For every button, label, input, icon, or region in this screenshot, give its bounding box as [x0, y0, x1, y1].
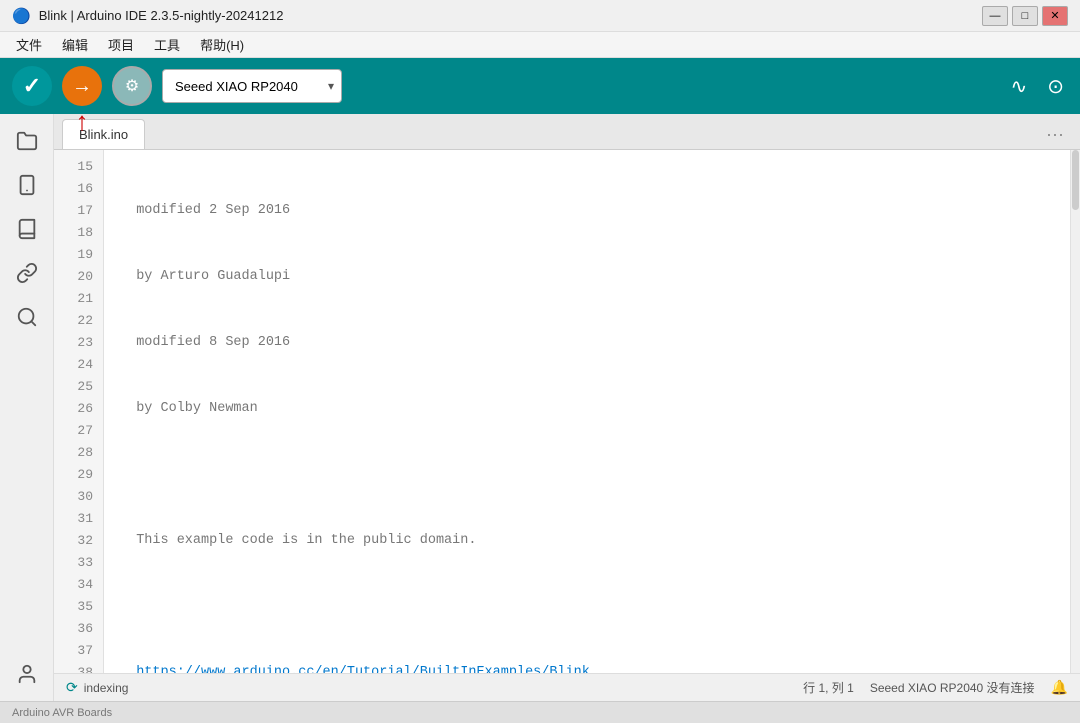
scrollbar-thumb[interactable]	[1072, 150, 1079, 210]
menu-project[interactable]: 项目	[100, 33, 142, 56]
minimize-button[interactable]: —	[982, 6, 1008, 26]
board-status: Seeed XIAO RP2040 没有连接	[870, 679, 1035, 696]
status-left: ⟳ indexing	[66, 679, 128, 696]
indexing-spinner-icon: ⟳	[66, 679, 78, 696]
board-selector[interactable]: Seeed XIAO RP2040	[162, 69, 342, 103]
code-line-17: modified 8 Sep 2016	[120, 332, 1070, 354]
board-selector-wrap: Seeed XIAO RP2040 ▾	[162, 69, 342, 103]
maximize-button[interactable]: □	[1012, 6, 1038, 26]
sidebar-item-library[interactable]	[8, 210, 46, 248]
menu-tools[interactable]: 工具	[146, 33, 188, 56]
code-line-22: https://www.arduino.cc/en/Tutorial/Built…	[120, 662, 1070, 673]
sidebar-item-search[interactable]	[8, 298, 46, 336]
code-line-21	[120, 596, 1070, 618]
cursor-position: 行 1, 列 1	[803, 679, 854, 696]
serial-plotter-button[interactable]: ∿	[1006, 70, 1031, 103]
app-icon: 🔵	[12, 7, 31, 25]
menu-bar: 文件 编辑 项目 工具 帮助(H)	[0, 32, 1080, 58]
code-editor[interactable]: 15 16 17 18 19 20 21 22 23 24 25 26 27 2…	[54, 150, 1080, 673]
toolbar: ✓ → ↑ ⚙ Seeed XIAO RP2040 ▾ ∿ ⊙	[0, 58, 1080, 114]
code-line-19	[120, 464, 1070, 486]
tab-label: Blink.ino	[79, 127, 128, 142]
sidebar	[0, 114, 54, 701]
tab-bar: Blink.ino ···	[54, 114, 1080, 150]
debugger-icon: ⚙	[125, 76, 139, 96]
serial-monitor-icon: ⊙	[1047, 76, 1064, 98]
code-content: modified 2 Sep 2016 by Arturo Guadalupi …	[104, 150, 1070, 673]
sidebar-item-sketchbook[interactable]	[8, 122, 46, 160]
window-title: Blink | Arduino IDE 2.3.5-nightly-202412…	[39, 8, 284, 23]
scrollbar[interactable]	[1070, 150, 1080, 673]
status-bar: ⟳ indexing 行 1, 列 1 Seeed XIAO RP2040 没有…	[54, 673, 1080, 701]
serial-plotter-icon: ∿	[1010, 76, 1027, 98]
verify-icon: ✓	[23, 73, 41, 99]
editor-area: Blink.ino ··· 15 16 17 18 19 20 21 22 23…	[54, 114, 1080, 701]
menu-help[interactable]: 帮助(H)	[192, 33, 252, 56]
window-controls: — □ ✕	[982, 6, 1068, 26]
code-line-15: modified 2 Sep 2016	[120, 200, 1070, 222]
menu-edit[interactable]: 编辑	[54, 33, 96, 56]
debugger-button[interactable]: ⚙	[112, 66, 152, 106]
menu-file[interactable]: 文件	[8, 33, 50, 56]
sidebar-item-debug[interactable]	[8, 254, 46, 292]
code-line-18: by Colby Newman	[120, 398, 1070, 420]
bottom-board-label: Arduino AVR Boards	[12, 707, 112, 719]
toolbar-right: ∿ ⊙	[1006, 70, 1068, 103]
upload-icon: →	[72, 75, 92, 98]
close-button[interactable]: ✕	[1042, 6, 1068, 26]
code-line-20: This example code is in the public domai…	[120, 530, 1070, 552]
code-line-16: by Arturo Guadalupi	[120, 266, 1070, 288]
indexing-label: indexing	[84, 681, 129, 695]
sidebar-item-boards[interactable]	[8, 166, 46, 204]
serial-monitor-button[interactable]: ⊙	[1043, 70, 1068, 103]
sidebar-item-profile[interactable]	[8, 655, 46, 693]
bottom-bar: Arduino AVR Boards	[0, 701, 1080, 723]
upload-button[interactable]: →	[62, 66, 102, 106]
tab-more-button[interactable]: ···	[1038, 119, 1072, 149]
notification-bell-icon[interactable]: 🔔	[1051, 679, 1068, 696]
tab-blink-ino[interactable]: Blink.ino	[62, 119, 145, 149]
title-bar: 🔵 Blink | Arduino IDE 2.3.5-nightly-2024…	[0, 0, 1080, 32]
status-right: 行 1, 列 1 Seeed XIAO RP2040 没有连接 🔔	[803, 679, 1068, 696]
main-area: Blink.ino ··· 15 16 17 18 19 20 21 22 23…	[0, 114, 1080, 701]
line-numbers: 15 16 17 18 19 20 21 22 23 24 25 26 27 2…	[54, 150, 104, 673]
verify-button[interactable]: ✓	[12, 66, 52, 106]
